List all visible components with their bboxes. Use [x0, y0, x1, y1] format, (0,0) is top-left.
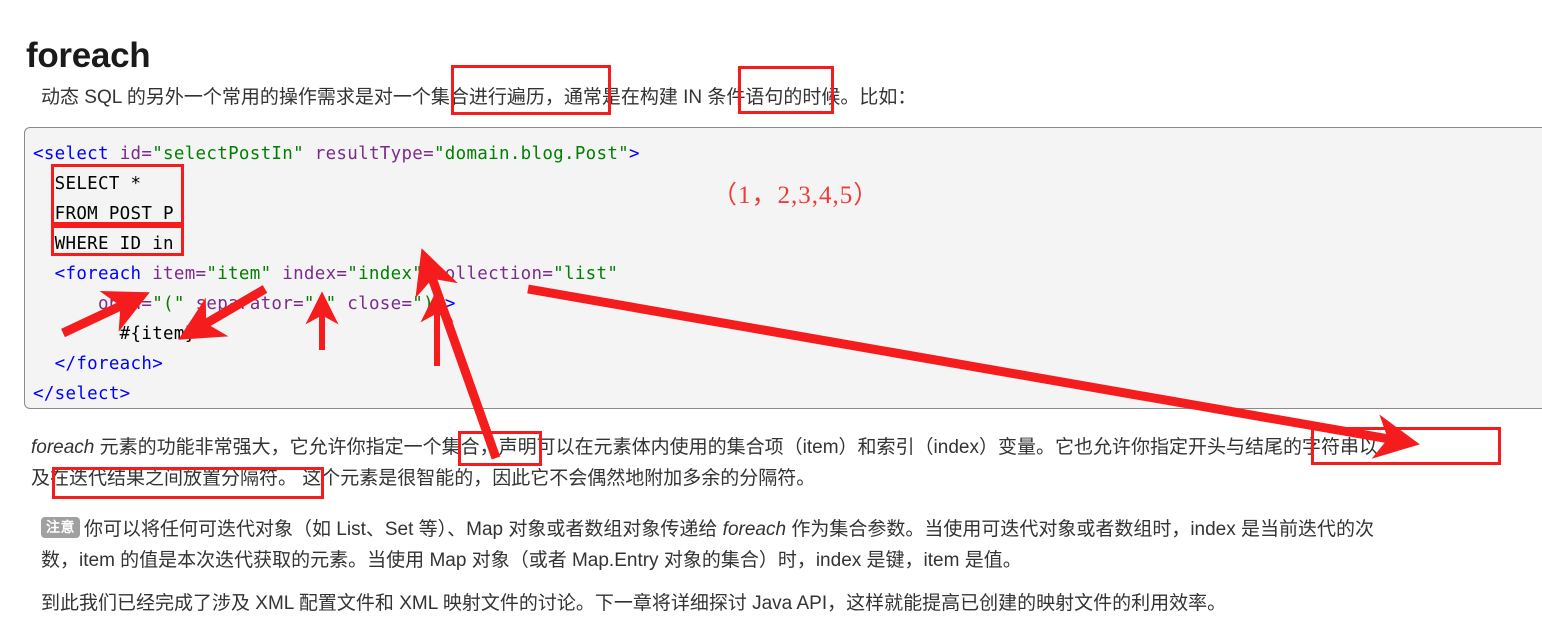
code-token-str: "selectPostIn"	[152, 144, 304, 164]
closing-paragraph: 到此我们已经完成了涉及 XML 配置文件和 XML 映射文件的讨论。下一章将详细…	[41, 593, 1227, 614]
note-paragraph: 注意 你可以将任何可迭代对象（如 List、Set 等）、Map 对象或者数组对象…	[41, 514, 1374, 576]
code-token-attr: index=	[282, 264, 348, 284]
code-token-tag: <select	[33, 144, 109, 164]
code-token-str: ")"	[412, 294, 445, 314]
code-token-attr: separator=	[195, 294, 304, 314]
code-token-plain: SELECT *	[33, 174, 142, 194]
code-token-str: "item"	[206, 264, 272, 284]
note-line-1-b: 作为集合参数。当使用可迭代对象或者数组时，index 是当前迭代的次	[786, 519, 1375, 540]
code-token-tag: >	[444, 294, 456, 314]
foreach-italic-2: foreach	[722, 519, 787, 540]
code-token-str: "("	[152, 294, 185, 314]
code-token-plain: #{item}	[33, 324, 196, 344]
code-lines: <select id="selectPostIn" resultType="do…	[33, 144, 640, 404]
code-token-attr: id=	[119, 144, 153, 164]
code-token-plain: FROM POST P	[33, 204, 174, 224]
code-token-attr: open=	[98, 294, 153, 314]
page-root: foreach 动态 SQL 的另外一个常用的操作需求是对一个集合进行遍历，通常…	[0, 0, 1542, 644]
description-line-1: foreach 元素的功能非常强大，它允许你指定一个集合，声明可以在元素体内使用…	[31, 432, 1378, 463]
description-paragraph: foreach 元素的功能非常强大，它允许你指定一个集合，声明可以在元素体内使用…	[31, 432, 1378, 494]
code-token-tag: <foreach	[54, 264, 142, 284]
foreach-italic-1: foreach	[31, 437, 95, 458]
note-line-1-a: 你可以将任何可迭代对象（如 List、Set 等）、Map 对象或者数组对象传递…	[84, 519, 723, 540]
note-line-1: 注意 你可以将任何可迭代对象（如 List、Set 等）、Map 对象或者数组对象…	[41, 514, 1374, 545]
code-token-attr: item=	[152, 264, 207, 284]
code-token-str: "list"	[553, 264, 619, 284]
code-token-str: "domain.blog.Post"	[433, 144, 630, 164]
description-line-2: 及在迭代结果之间放置分隔符。 这个元素是很智能的，因此它不会偶然地附加多余的分隔…	[31, 468, 816, 489]
code-content: <select id="selectPostIn" resultType="do…	[25, 128, 1542, 408]
description-line-1-rest: 元素的功能非常强大，它允许你指定一个集合，声明可以在元素体内使用的集合项（ite…	[94, 437, 1378, 458]
code-token-tag: >	[629, 144, 640, 164]
intro-paragraph: 动态 SQL 的另外一个常用的操作需求是对一个集合进行遍历，通常是在构建 IN …	[41, 87, 917, 108]
code-token-attr: resultType=	[314, 144, 434, 164]
page-title: foreach	[26, 36, 151, 76]
note-line-2: 数，item 的值是本次迭代获取的元素。当使用 Map 对象（或者 Map.En…	[41, 550, 1022, 571]
note-badge: 注意	[41, 517, 80, 538]
code-token-tag: </foreach>	[54, 354, 164, 374]
code-token-attr: close=	[347, 294, 413, 314]
code-token-attr: collection=	[433, 264, 554, 284]
code-token-str: ","	[303, 294, 337, 314]
code-block[interactable]: <select id="selectPostIn" resultType="do…	[24, 127, 1542, 409]
code-token-str: "index"	[347, 264, 424, 284]
code-token-plain: WHERE ID in	[33, 234, 174, 254]
code-token-tag: </select>	[33, 384, 131, 404]
